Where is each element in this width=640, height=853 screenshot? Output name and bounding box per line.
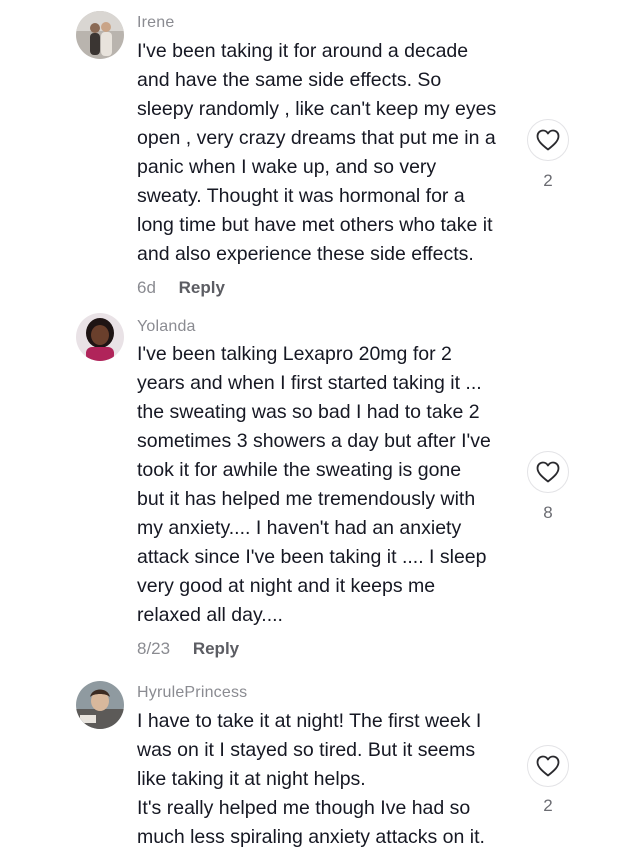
like-count: 2 [543,171,553,190]
avatar[interactable] [76,681,124,729]
like-button[interactable] [527,119,569,161]
comment-date: 6d [137,278,156,297]
like-button[interactable] [527,745,569,787]
avatar-photo-icon [76,313,124,361]
like-count: 2 [543,796,553,815]
avatar-photo-icon [76,681,124,729]
comment-meta: 8/23 Reply [137,639,239,659]
comment-meta: 6d Reply [137,278,225,298]
comment-username[interactable]: Yolanda [137,318,196,336]
heart-outline-icon [536,755,560,777]
comment-text: I've been taking it for around a decade … [137,40,497,265]
reply-button[interactable]: Reply [193,639,239,658]
avatar[interactable] [76,11,124,59]
reply-button[interactable]: Reply [179,278,225,297]
like-count: 8 [543,503,553,522]
comment-text: I've been talking Lexapro 20mg for 2 yea… [137,343,491,626]
comment-text: I have to take it at night! The first we… [137,710,485,848]
comment-username[interactable]: Irene [137,14,174,32]
heart-outline-icon [536,129,560,151]
like-button[interactable] [527,451,569,493]
avatar[interactable] [76,313,124,361]
heart-outline-icon [536,461,560,483]
avatar-photo-icon [76,11,124,59]
comment-username[interactable]: HyrulePrincess [137,684,247,702]
comment-date: 8/23 [137,639,171,658]
